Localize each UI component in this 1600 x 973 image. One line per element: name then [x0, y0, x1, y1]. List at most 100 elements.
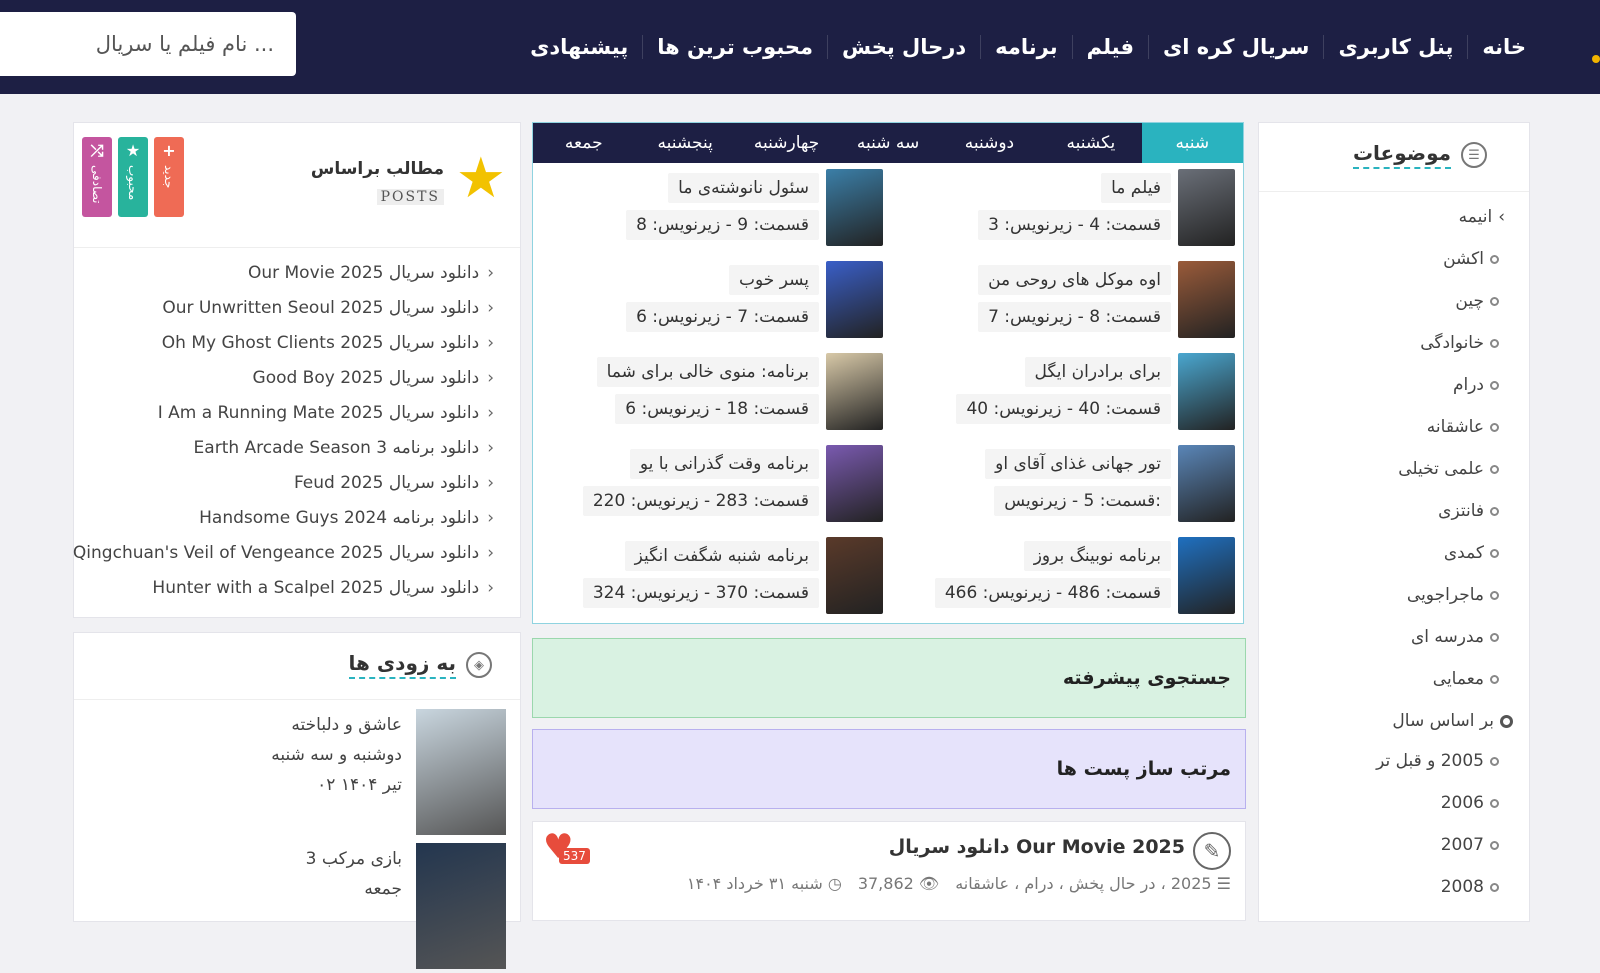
category-romance[interactable]: عاشقانه	[1427, 417, 1499, 437]
soon-days: دوشنبه و سه شنبه	[271, 745, 402, 765]
popular-posts-button[interactable]: ★ محبوب	[118, 137, 148, 217]
random-posts-button[interactable]: ⤮ تصادفی	[82, 137, 112, 217]
posts-sub: POSTS	[376, 189, 444, 205]
category-by-year[interactable]: بر اساس سال	[1392, 711, 1513, 731]
poster-image	[826, 445, 883, 522]
main-nav: خانه پنل کاربری سریال کره ای فیلم برنامه…	[516, 0, 1540, 94]
show-episode: قسمت: 283 - زیرنویس: 220	[582, 486, 819, 516]
star-icon: ★	[455, 146, 506, 211]
circle-icon	[1490, 422, 1499, 432]
like-count: 537	[559, 848, 590, 864]
nav-movie[interactable]: فیلم	[1071, 35, 1148, 59]
post-link[interactable]: دانلود سریال Good Boy 2025	[253, 368, 494, 388]
poster-image	[826, 353, 883, 430]
weekly-schedule: شنبه یکشنبه دوشنبه سه شنبه چهارشنبه پنجش…	[532, 122, 1244, 624]
schedule-show[interactable]: برنامه شنبه شگفت انگیز قسمت: 370 - زیرنوی…	[539, 533, 891, 615]
category-2006[interactable]: 2006	[1441, 793, 1499, 813]
divider	[74, 699, 520, 700]
category-mystery[interactable]: معمایی	[1433, 669, 1499, 689]
show-title: برنامه: منوی خالی برای شما	[596, 357, 819, 387]
coming-soon-item[interactable]: عاشق و دلباخته دوشنبه و سه شنبه ۰۲ تیر ۱…	[86, 709, 506, 839]
nav-user-panel[interactable]: پنل کاربری	[1323, 35, 1467, 59]
tab-monday[interactable]: دوشنبه	[939, 123, 1040, 163]
schedule-show[interactable]: برای برادران ایگل قسمت: 40 - زیرنویس: 40	[891, 349, 1243, 431]
circle-icon	[1490, 798, 1499, 808]
list-icon: ☰	[1461, 142, 1487, 168]
schedule-show[interactable]: برنامه: منوی خالی برای شما قسمت: 18 - زیر…	[539, 349, 891, 431]
show-title: سئول نانوشته‌ی ما	[668, 173, 819, 203]
random-label: تصادفی	[90, 165, 104, 204]
nav-program[interactable]: برنامه	[980, 35, 1071, 59]
show-title: برنامه شنبه شگفت انگیز	[624, 541, 819, 571]
soon-title: بازی مرکب 3	[305, 849, 402, 869]
post-link[interactable]: دانلود سریال Feud 2025	[294, 473, 494, 493]
post-tags[interactable]: ☰ 2025 ، در حال پخش ، درام ، عاشقانه	[955, 874, 1231, 893]
tab-saturday[interactable]: شنبه	[1141, 123, 1243, 163]
new-posts-button[interactable]: + جدید	[154, 137, 184, 217]
category-drama[interactable]: درام	[1453, 375, 1499, 395]
category-2007[interactable]: 2007	[1441, 835, 1499, 855]
coming-soon-title: به زودی ها	[348, 651, 456, 679]
category-fantasy[interactable]: فانتزی	[1438, 501, 1499, 521]
show-title: برنامه نوبینگ بروز	[1023, 541, 1171, 571]
post-link[interactable]: دانلود سریال Qingchuan's Veil of Vengean…	[73, 543, 494, 563]
schedule-show[interactable]: سئول نانوشته‌ی ما قسمت: 9 - زیرنویس: 8	[539, 165, 891, 247]
category-scifi[interactable]: علمی تخیلی	[1398, 459, 1499, 479]
chevron-left-icon: ›	[1498, 207, 1505, 227]
tab-friday[interactable]: جمعه	[533, 123, 634, 163]
poster-image	[416, 843, 506, 969]
post-sorter-button[interactable]: مرتب ساز پست ها	[532, 729, 1246, 809]
coming-soon-header: به زودی ها ◈	[348, 651, 492, 679]
category-china[interactable]: چین	[1455, 291, 1499, 311]
tab-thursday[interactable]: پنجشنبه	[634, 123, 735, 163]
schedule-show[interactable]: فیلم ما قسمت: 4 - زیرنویس: 3	[891, 165, 1243, 247]
schedule-show[interactable]: تور جهانی غذای آقای او قسمت: 5 - زیرنویس:	[891, 441, 1243, 523]
category-action[interactable]: اکشن	[1443, 249, 1499, 269]
post-link[interactable]: دانلود سریال Oh My Ghost Clients 2025	[162, 333, 494, 353]
post-link[interactable]: دانلود برنامه Handsome Guys 2024	[199, 508, 494, 528]
post-link[interactable]: دانلود سریال Our Unwritten Seoul 2025	[162, 298, 494, 318]
show-episode: قسمت: 5 - زیرنویس:	[994, 486, 1171, 516]
poster-image	[826, 261, 883, 338]
schedule-show[interactable]: پسر خوب قسمت: 7 - زیرنویس: 6	[539, 257, 891, 339]
post-link[interactable]: دانلود سریال Hunter with a Scalpel 2025	[152, 578, 494, 598]
post-title-link[interactable]: دانلود سریال Our Movie 2025	[889, 836, 1185, 858]
search-input[interactable]: نام فیلم یا سریال ...	[0, 12, 296, 76]
nav-home[interactable]: خانه	[1467, 35, 1540, 59]
tab-tuesday[interactable]: سه شنبه	[837, 123, 938, 163]
nav-dot-icon	[1592, 55, 1600, 63]
category-2005-older[interactable]: 2005 و قبل تر	[1376, 751, 1499, 771]
category-family[interactable]: خانوادگی	[1420, 333, 1499, 353]
categories-panel: موضوعات ☰ › انیمه اکشن چین خانوادگی درام …	[1258, 122, 1530, 922]
tab-sunday[interactable]: یکشنبه	[1040, 123, 1141, 163]
schedule-show[interactable]: برنامه نوبینگ بروز قسمت: 486 - زیرنویس: 4…	[891, 533, 1243, 615]
tab-wednesday[interactable]: چهارشنبه	[736, 123, 837, 163]
nav-korean-series[interactable]: سریال کره ای	[1148, 35, 1323, 59]
schedule-show[interactable]: برنامه وقت گذرانی با یو قسمت: 283 - زیرنو…	[539, 441, 891, 523]
post-date: ◷ شنبه ۳۱ خرداد ۱۴۰۴	[686, 874, 842, 893]
category-comedy[interactable]: کمدی	[1444, 543, 1499, 563]
show-title: اوه موکل های روحی من	[978, 265, 1171, 295]
post-link[interactable]: دانلود سریال Our Movie 2025	[248, 263, 494, 283]
post-link[interactable]: دانلود سریال I Am a Running Mate 2025	[158, 403, 494, 423]
category-adventure[interactable]: ماجراجویی	[1407, 585, 1499, 605]
coming-soon-item[interactable]: بازی مرکب 3 جمعه	[86, 843, 506, 973]
show-episode: قسمت: 9 - زیرنویس: 8	[626, 210, 819, 240]
nav-on-air[interactable]: درحال پخش	[827, 35, 980, 59]
category-school[interactable]: مدرسه ای	[1411, 627, 1499, 647]
show-title: فیلم ما	[1101, 173, 1171, 203]
circle-icon	[1490, 548, 1499, 558]
clock-icon: ◷	[822, 874, 842, 893]
post-link[interactable]: دانلود برنامه Earth Arcade Season 3	[194, 438, 494, 458]
like-button[interactable]: ♥ 537	[543, 830, 590, 870]
posts-header: ★ مطالب براساس POSTS	[311, 146, 506, 215]
category-2008[interactable]: 2008	[1441, 877, 1499, 897]
soon-date: ۰۲ تیر ۱۴۰۴	[317, 775, 402, 795]
nav-most-popular[interactable]: محبوب ترین ها	[642, 35, 827, 59]
schedule-show[interactable]: اوه موکل های روحی من قسمت: 8 - زیرنویس: 7	[891, 257, 1243, 339]
nav-suggested[interactable]: پیشنهادی	[516, 35, 642, 59]
category-anime[interactable]: › انیمه	[1459, 207, 1505, 227]
advanced-search-button[interactable]: جستجوی پیشرفته	[532, 638, 1246, 718]
posts-box: ★ مطالب براساس POSTS + جدید ★ محبوب ⤮ تص…	[73, 122, 521, 618]
soon-title: عاشق و دلباخته	[291, 715, 402, 735]
